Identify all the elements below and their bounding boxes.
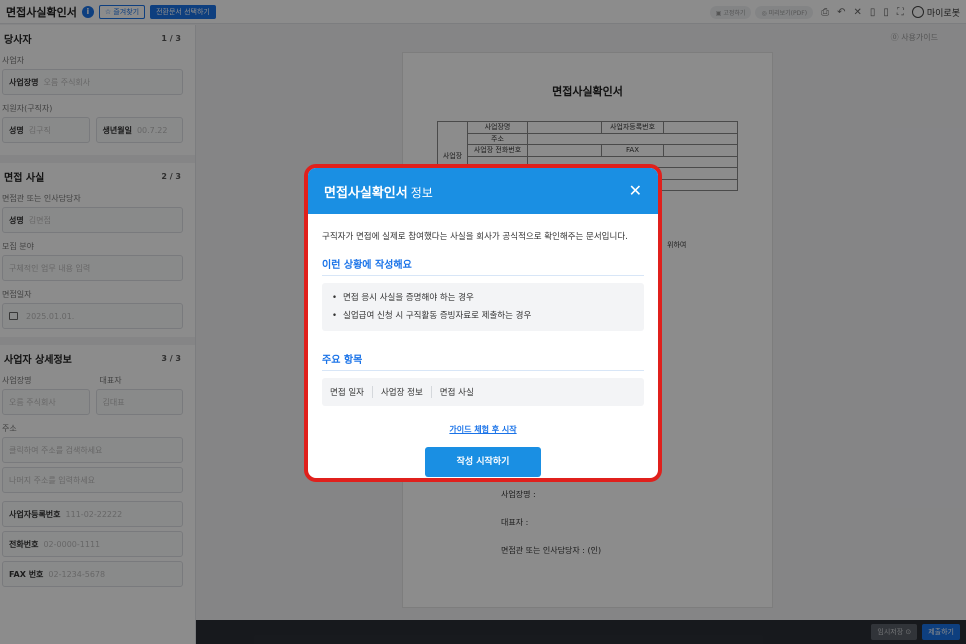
modal-header: 면접사실확인서 정보 ✕: [308, 168, 658, 214]
when-to-use-heading: 이런 상황에 작성해요: [322, 256, 644, 276]
key-items-heading: 주요 항목: [322, 351, 644, 371]
modal-title-suffix: 정보: [410, 185, 433, 200]
close-icon[interactable]: ✕: [629, 183, 642, 199]
modal-title: 면접사실확인서 정보: [324, 182, 433, 201]
key-item: 면접 일자: [330, 388, 364, 398]
key-item: 사업장 정보: [371, 386, 431, 398]
modal-title-doc-name: 면접사실확인서: [324, 185, 408, 201]
modal-body: 구직자가 면접에 실제로 참여했다는 사실을 회사가 공식적으로 확인해주는 문…: [308, 214, 658, 477]
list-item: 실업급여 신청 시 구직활동 증빙자료로 제출하는 경우: [332, 307, 634, 325]
modal-description: 구직자가 면접에 실제로 참여했다는 사실을 회사가 공식적으로 확인해주는 문…: [322, 232, 628, 242]
key-item: 면접 사실: [430, 386, 482, 398]
list-item: 면접 응시 사실을 증명해야 하는 경우: [332, 289, 634, 307]
use-case-list: 면접 응시 사실을 증명해야 하는 경우 실업급여 신청 시 구직활동 증빙자료…: [322, 283, 644, 331]
document-info-modal: 면접사실확인서 정보 ✕ 구직자가 면접에 실제로 참여했다는 사실을 회사가 공…: [304, 164, 662, 482]
start-writing-button[interactable]: 작성 시작하기: [425, 447, 541, 477]
key-items-list: 면접 일자 사업장 정보 면접 사실: [322, 378, 644, 406]
guide-tour-link[interactable]: 가이드 체험 후 시작: [322, 424, 644, 435]
